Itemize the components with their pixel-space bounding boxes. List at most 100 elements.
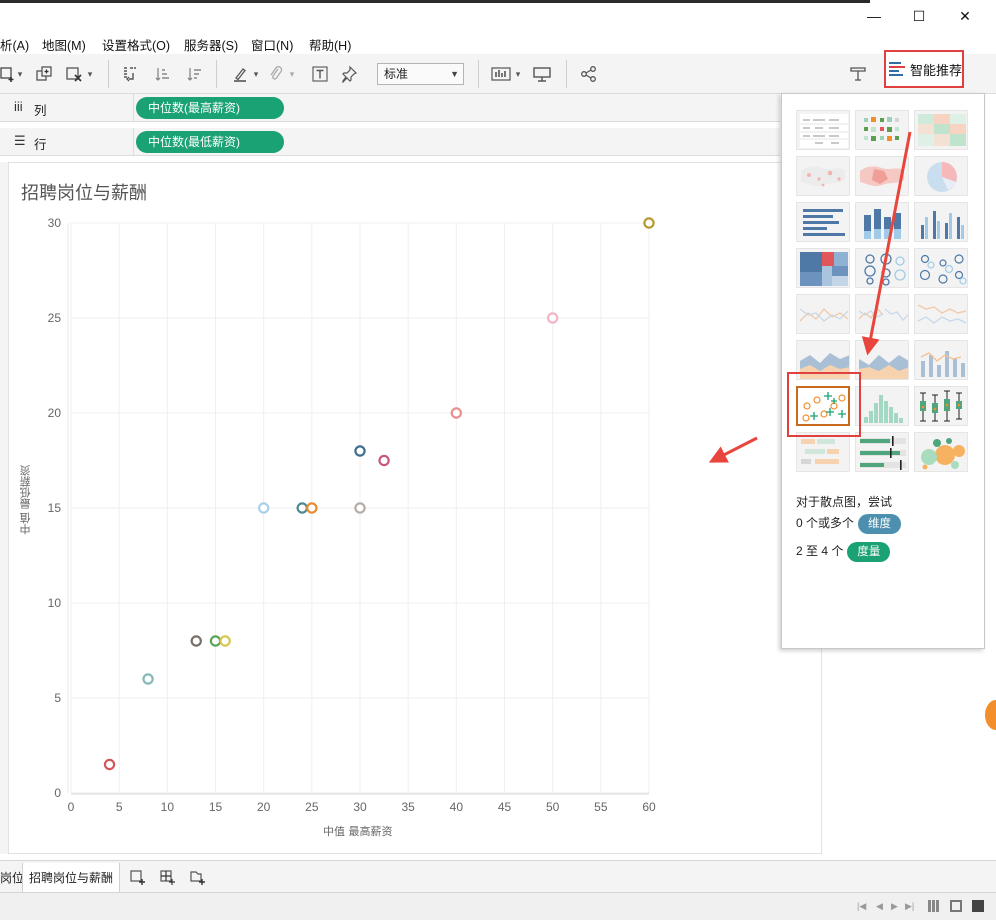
data-point[interactable] bbox=[190, 635, 202, 647]
pushpin-icon[interactable] bbox=[846, 62, 870, 86]
scatter-chart[interactable]: 0 5 10 15 20 25 30 35 40 45 50 55 60 0 5 10 15 20 25 30 bbox=[9, 163, 823, 855]
chart-type-area-discrete[interactable] bbox=[855, 340, 909, 380]
chart-type-dual-combination[interactable] bbox=[914, 340, 968, 380]
smart-show-button[interactable]: 智能推荐 bbox=[884, 50, 964, 88]
toolbar-divider bbox=[566, 60, 567, 88]
toolbar-divider bbox=[216, 60, 217, 88]
chart-type-discrete-lines[interactable] bbox=[855, 294, 909, 334]
data-point[interactable] bbox=[142, 673, 154, 685]
mark-label-select[interactable]: 标准 ▼ bbox=[377, 63, 464, 85]
next-sheet-icon[interactable]: ▶ bbox=[891, 901, 898, 912]
chevron-down-icon[interactable]: ▾ bbox=[250, 62, 262, 86]
chart-type-packed-bubbles[interactable] bbox=[914, 432, 968, 472]
chart-type-text-table[interactable] bbox=[796, 110, 850, 150]
y-tick-label: 20 bbox=[48, 406, 62, 420]
columns-shelf-label-area: iii 列 bbox=[0, 94, 134, 122]
chevron-down-icon[interactable]: ▾ bbox=[512, 62, 524, 86]
share-icon[interactable] bbox=[577, 62, 601, 86]
data-point[interactable] bbox=[103, 758, 116, 771]
worksheet-view[interactable]: 招聘岗位与薪酬 0 5 10 15 20 25 30 35 40 45 50 55 60 0 5 10 15 20… bbox=[8, 162, 822, 854]
fit-view-icon[interactable] bbox=[490, 62, 514, 86]
measure-hint-text: 2 至 4 个 bbox=[796, 544, 844, 558]
data-point[interactable] bbox=[643, 217, 655, 229]
y-tick-label: 15 bbox=[48, 501, 62, 515]
close-button[interactable]: ✕ bbox=[945, 4, 985, 28]
chart-type-pie[interactable] bbox=[914, 156, 968, 196]
filmstrip-view-icon[interactable] bbox=[928, 900, 940, 912]
first-sheet-icon[interactable]: |◀ bbox=[857, 901, 866, 912]
annotation-highlight-box bbox=[787, 372, 861, 437]
chart-type-stacked-bars[interactable] bbox=[855, 202, 909, 242]
previous-sheet-icon[interactable]: ◀ bbox=[876, 901, 883, 912]
data-point[interactable] bbox=[546, 312, 559, 324]
chart-type-histogram[interactable] bbox=[855, 386, 909, 426]
maximize-button[interactable]: ☐ bbox=[899, 4, 939, 28]
data-point[interactable] bbox=[296, 502, 308, 514]
chevron-down-icon[interactable]: ▾ bbox=[14, 62, 26, 86]
x-tick-label: 20 bbox=[257, 800, 271, 814]
x-axis-title: 中值 最高薪资 bbox=[323, 825, 393, 838]
highlight-pen-icon[interactable] bbox=[228, 62, 252, 86]
data-point[interactable] bbox=[257, 502, 270, 514]
menu-server[interactable]: 服务器(S) bbox=[184, 35, 238, 54]
data-point[interactable] bbox=[354, 445, 366, 457]
new-story-tab-icon[interactable] bbox=[188, 869, 208, 887]
sort-descending-icon[interactable] bbox=[182, 62, 206, 86]
chevron-down-icon: ▼ bbox=[450, 69, 459, 79]
columns-measure-pill[interactable]: 中位数(最高薪资) bbox=[136, 97, 284, 119]
swap-rows-columns-icon[interactable] bbox=[118, 62, 142, 86]
y-tick-label: 25 bbox=[48, 311, 62, 325]
chart-type-treemap[interactable] bbox=[796, 248, 850, 288]
data-point[interactable] bbox=[354, 502, 366, 514]
columns-shelf[interactable]: iii 列 中位数(最高薪资) bbox=[0, 94, 780, 122]
menu-help[interactable]: 帮助(H) bbox=[309, 35, 351, 54]
chart-type-continuous-lines[interactable] bbox=[796, 294, 850, 334]
chart-type-circle-views[interactable] bbox=[855, 248, 909, 288]
menu-analysis[interactable]: 析(A) bbox=[0, 35, 29, 54]
chart-type-heat-map[interactable] bbox=[855, 110, 909, 150]
title-bar-strip bbox=[0, 0, 870, 3]
data-point[interactable] bbox=[450, 407, 463, 419]
pin-icon[interactable] bbox=[337, 62, 361, 86]
new-dashboard-tab-icon[interactable] bbox=[158, 869, 178, 887]
paperclip-icon[interactable] bbox=[264, 62, 288, 86]
chart-type-horizontal-bars[interactable] bbox=[796, 202, 850, 242]
sort-ascending-icon[interactable] bbox=[150, 62, 174, 86]
chart-type-gantt[interactable] bbox=[796, 432, 850, 472]
rows-shelf[interactable]: ☰ 行 中位数(最低薪资) bbox=[0, 128, 780, 156]
chart-type-bullet-graph[interactable] bbox=[855, 432, 909, 472]
menu-map[interactable]: 地图(M) bbox=[42, 35, 86, 54]
chevron-down-icon[interactable]: ▾ bbox=[286, 62, 298, 86]
clear-sheet-icon[interactable] bbox=[62, 62, 86, 86]
columns-icon: iii bbox=[14, 99, 23, 114]
tabs-view-icon[interactable] bbox=[950, 900, 962, 912]
data-point[interactable] bbox=[209, 635, 222, 647]
data-point[interactable] bbox=[219, 635, 231, 647]
rows-shelf-label-area: ☰ 行 bbox=[0, 128, 134, 156]
new-worksheet-tab-icon[interactable] bbox=[128, 869, 148, 887]
chart-type-highlight-table[interactable] bbox=[914, 110, 968, 150]
chevron-down-icon[interactable]: ▾ bbox=[84, 62, 96, 86]
chart-type-dual-lines[interactable] bbox=[914, 294, 968, 334]
chart-type-box-plot[interactable] bbox=[914, 386, 968, 426]
x-tick-label: 10 bbox=[161, 800, 175, 814]
menu-format[interactable]: 设置格式(O) bbox=[102, 35, 170, 54]
chart-type-filled-map[interactable] bbox=[855, 156, 909, 196]
sheet-sorter-icon[interactable] bbox=[972, 900, 984, 912]
data-point[interactable] bbox=[306, 502, 318, 514]
x-tick-label: 60 bbox=[642, 800, 656, 814]
chart-type-side-by-side-bars[interactable] bbox=[914, 202, 968, 242]
rows-measure-pill[interactable]: 中位数(最低薪资) bbox=[136, 131, 284, 153]
sheet-tab-active[interactable]: 招聘岗位与薪酬 bbox=[22, 863, 121, 893]
presentation-mode-icon[interactable] bbox=[530, 62, 554, 86]
chart-type-symbol-map[interactable] bbox=[796, 156, 850, 196]
duplicate-sheet-icon[interactable] bbox=[32, 62, 56, 86]
menu-window[interactable]: 窗口(N) bbox=[251, 35, 293, 54]
data-point[interactable] bbox=[378, 454, 390, 467]
text-label-icon[interactable] bbox=[308, 62, 332, 86]
last-sheet-icon[interactable]: ▶| bbox=[905, 901, 914, 912]
chart-type-side-by-side-circles[interactable] bbox=[914, 248, 968, 288]
minimize-button[interactable]: — bbox=[854, 4, 894, 28]
x-tick-label: 30 bbox=[353, 800, 367, 814]
rows-icon: ☰ bbox=[14, 133, 26, 148]
